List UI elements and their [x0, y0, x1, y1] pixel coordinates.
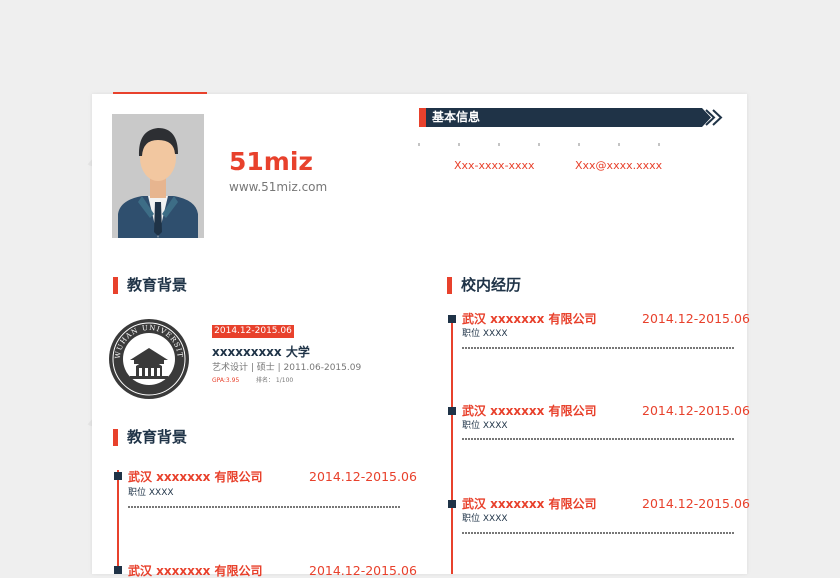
avatar — [112, 114, 204, 238]
campus-title: 校内经历 — [461, 276, 522, 294]
section-marker — [113, 277, 118, 294]
description-placeholder — [462, 347, 735, 349]
profile-website: www.51miz.com — [229, 180, 328, 194]
role-text: 职位 XXXX — [128, 488, 174, 498]
description-placeholder — [462, 532, 735, 534]
top-accent-line — [113, 92, 207, 94]
section-marker — [113, 429, 118, 446]
education-2-title: 教育背景 — [127, 428, 188, 446]
timeline-date: 2014.12-2015.06 — [642, 403, 750, 418]
role-text: 职位 XXXX — [462, 421, 508, 431]
timeline-date: 2014.12-2015.06 — [309, 563, 417, 578]
section-marker — [447, 277, 452, 294]
timeline-dot — [448, 500, 456, 508]
company-name: 武汉 xxxxxxx 有限公司 — [462, 497, 597, 511]
rank-text: 排名： 1/100 — [256, 377, 294, 384]
timeline-date: 2014.12-2015.06 — [309, 469, 417, 484]
company-name: 武汉 xxxxxxx 有限公司 — [462, 312, 597, 326]
role-text: 职位 XXXX — [462, 329, 508, 339]
description-placeholder — [462, 438, 735, 440]
description-placeholder — [128, 506, 401, 508]
gpa-text: GPA:3.95 — [212, 377, 240, 384]
school-detail: 艺术设计 | 硕士 | 2011.06-2015.09 — [212, 363, 362, 373]
company-name: 武汉 xxxxxxx 有限公司 — [128, 470, 263, 484]
school-name: xxxxxxxxx 大学 — [212, 345, 310, 359]
timeline-date: 2014.12-2015.06 — [642, 496, 750, 511]
basic-info-title: 基本信息 — [432, 110, 481, 124]
profile-name: 51miz — [229, 147, 313, 176]
company-name: 武汉 xxxxxxx 有限公司 — [462, 404, 597, 418]
timeline-dot — [448, 407, 456, 415]
timeline-dot — [448, 315, 456, 323]
timeline-dot — [114, 566, 122, 574]
university-seal: WUHAN UNIVERSITY — [104, 312, 190, 400]
timeline-date: 2014.12-2015.06 — [642, 311, 750, 326]
timeline-line — [117, 470, 119, 574]
timeline-line — [451, 315, 453, 574]
divider — [418, 143, 698, 146]
company-name: 武汉 xxxxxxx 有限公司 — [128, 564, 263, 578]
phone-text: Xxx-xxxx-xxxx — [454, 159, 535, 172]
chevron-right-icon — [692, 108, 723, 127]
role-text: 职位 XXXX — [462, 514, 508, 524]
timeline-dot — [114, 472, 122, 480]
education-title: 教育背景 — [127, 276, 188, 294]
banner-accent — [419, 108, 426, 127]
email-text: Xxx@xxxx.xxxx — [575, 159, 663, 172]
education-date-badge: 2014.12-2015.06 — [212, 325, 294, 338]
